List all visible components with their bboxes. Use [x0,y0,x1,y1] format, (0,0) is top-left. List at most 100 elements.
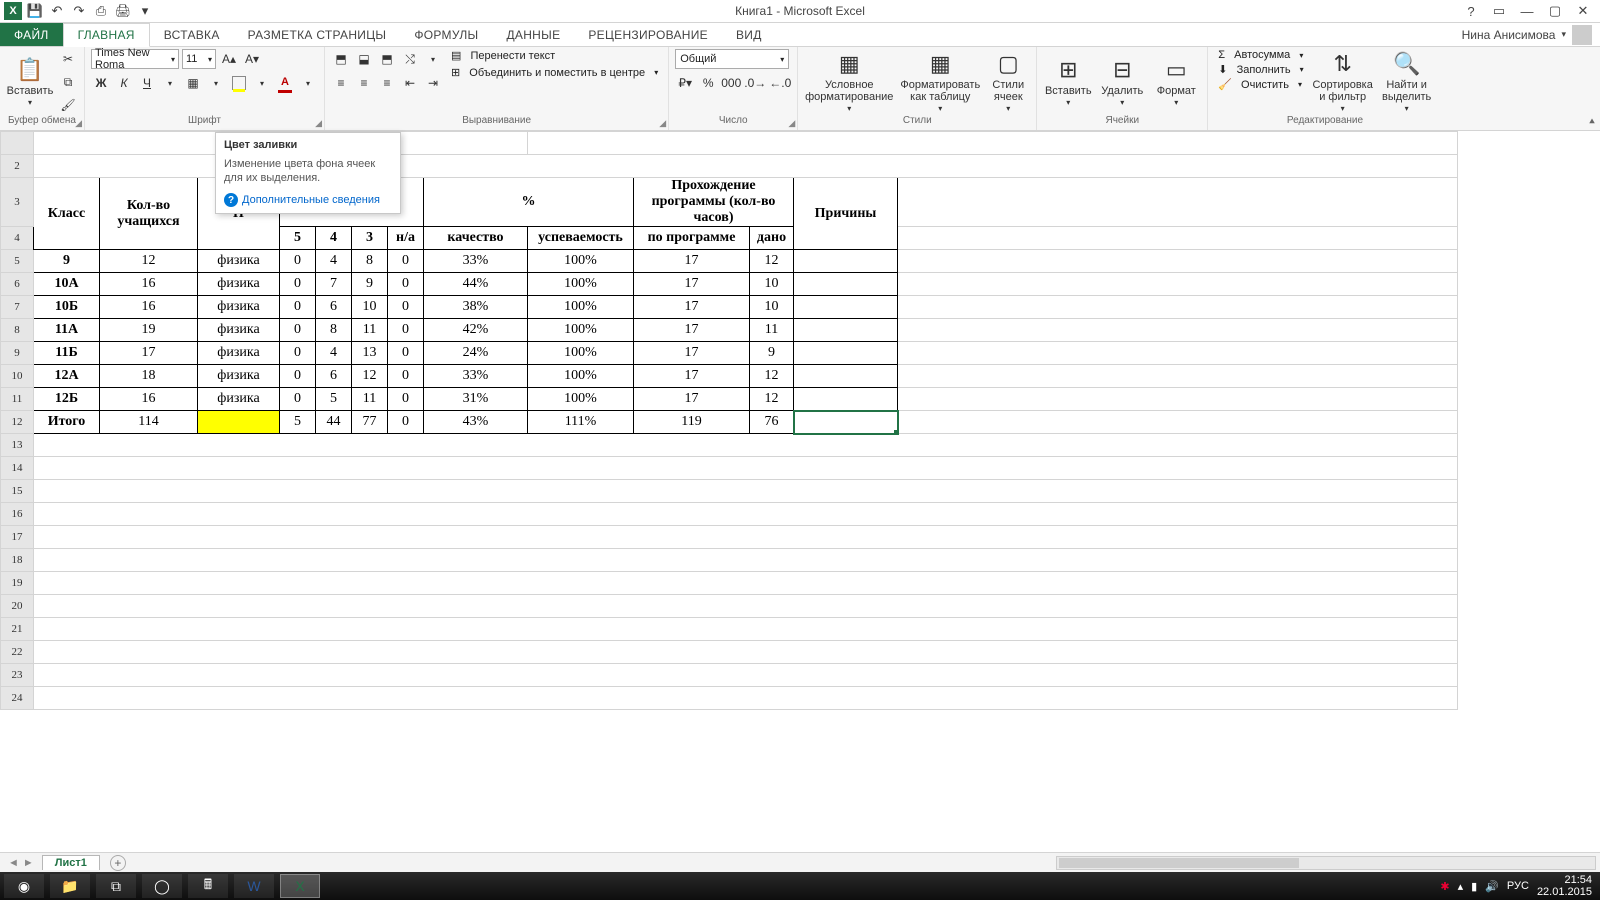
empty-cell[interactable] [34,503,1458,526]
cell-given[interactable]: 10 [750,273,794,296]
increase-decimal-icon[interactable]: .0→ [744,73,766,93]
cell-program[interactable]: 17 [634,319,750,342]
cell-reasons[interactable] [794,342,898,365]
fill-button[interactable]: ⬇ Заполнить ▾ [1214,63,1307,76]
empty-cell[interactable] [34,618,1458,641]
percent-format-icon[interactable]: % [698,73,718,93]
cell-subject[interactable]: физика [198,365,280,388]
empty-cell[interactable] [34,457,1458,480]
qat-customize-icon[interactable]: ▾ [136,2,154,20]
tab-formulas[interactable]: ФОРМУЛЫ [400,23,492,46]
row-header[interactable]: 24 [1,687,34,710]
row-header[interactable]: 4 [1,227,34,250]
cell-na[interactable]: 0 [388,250,424,273]
cell-program[interactable]: 17 [634,296,750,319]
cell-quality[interactable]: 44% [424,273,528,296]
cell-class[interactable]: 10Б [34,296,100,319]
cell-students[interactable]: 16 [100,388,198,411]
empty-cell[interactable] [34,687,1458,710]
tray-volume-icon[interactable]: 🔊 [1485,880,1499,893]
accounting-format-icon[interactable]: ₽▾ [675,73,695,93]
scrollbar-thumb[interactable] [1059,858,1299,868]
cell-quality[interactable]: 31% [424,388,528,411]
cell-success[interactable]: 100% [528,296,634,319]
fill-color-button[interactable] [229,73,249,93]
taskbar-explorer-icon[interactable]: 📁 [50,874,90,898]
row-header[interactable]: 11 [1,388,34,411]
empty-cell[interactable] [34,595,1458,618]
spreadsheet-grid[interactable]: тчет по предмету 2 3 Класс Кол-во учащих… [0,131,1458,710]
cell-na[interactable]: 0 [388,273,424,296]
row-header[interactable]: 8 [1,319,34,342]
borders-icon[interactable]: ▦ [183,73,203,93]
undo-icon[interactable]: ↶ [48,2,66,20]
horizontal-scrollbar[interactable] [1056,856,1596,870]
empty-cell[interactable] [34,641,1458,664]
row-header[interactable]: 15 [1,480,34,503]
cut-icon[interactable]: ✂ [58,49,78,69]
cell-students[interactable]: 12 [100,250,198,273]
cell-subject[interactable]: физика [198,273,280,296]
cell-g4[interactable]: 4 [316,342,352,365]
cell-quality[interactable]: 33% [424,250,528,273]
worksheet-area[interactable]: тчет по предмету 2 3 Класс Кол-во учащих… [0,131,1600,852]
dialog-launcher-icon[interactable]: ◢ [788,118,795,129]
fill-color-more-icon[interactable]: ▾ [252,73,272,93]
cell-program[interactable]: 17 [634,273,750,296]
row-header[interactable]: 22 [1,641,34,664]
row-header[interactable]: 14 [1,457,34,480]
cell-g5[interactable]: 0 [280,273,316,296]
row-header[interactable]: 17 [1,526,34,549]
merge-center-button[interactable]: ⊞ Объединить и поместить в центре ▾ [447,66,662,79]
help-icon[interactable]: ? [1458,1,1484,21]
minimize-icon[interactable]: — [1514,1,1540,21]
cell-reasons[interactable] [794,250,898,273]
cell-success[interactable]: 100% [528,342,634,365]
cell-g5[interactable]: 0 [280,342,316,365]
number-format-combo[interactable]: Общий▾ [675,49,789,69]
cell-g4[interactable]: 4 [316,250,352,273]
row-header[interactable]: 9 [1,342,34,365]
italic-button[interactable]: К [114,73,134,93]
cell-success[interactable]: 100% [528,388,634,411]
cell-g3[interactable]: 11 [352,388,388,411]
align-right-icon[interactable]: ≡ [377,73,397,93]
align-middle-icon[interactable]: ⬓ [354,49,374,69]
tray-language[interactable]: РУС [1507,880,1529,892]
redo-icon[interactable]: ↷ [70,2,88,20]
collapse-ribbon-icon[interactable]: ⯅ [1588,117,1596,128]
user-name[interactable]: Нина Анисимова [1462,28,1556,42]
copy-icon[interactable]: ⧉ [58,72,78,92]
row-header[interactable]: 16 [1,503,34,526]
tab-home[interactable]: ГЛАВНАЯ [63,23,150,47]
increase-font-icon[interactable]: A▴ [219,49,239,69]
cell-g3[interactable]: 10 [352,296,388,319]
empty-cell[interactable] [34,480,1458,503]
cell-g3[interactable]: 11 [352,319,388,342]
cell-class[interactable]: 11А [34,319,100,342]
row-header[interactable]: 13 [1,434,34,457]
cell-given[interactable]: 12 [750,388,794,411]
cell-quality[interactable]: 38% [424,296,528,319]
close-icon[interactable]: ✕ [1570,1,1596,21]
font-color-more-icon[interactable]: ▾ [298,73,318,93]
font-size-combo[interactable]: 11▾ [182,49,216,69]
cell-reasons[interactable] [794,365,898,388]
row-header[interactable]: 2 [1,155,34,178]
row-header[interactable]: 12 [1,411,34,434]
wrap-text-button[interactable]: ▤ Перенести текст [447,49,662,62]
cell-g3[interactable]: 13 [352,342,388,365]
cell-program[interactable]: 17 [634,365,750,388]
taskbar-calc-icon[interactable]: 🖩 [188,874,228,898]
new-sheet-button[interactable]: + [110,855,126,871]
save-icon[interactable]: 💾 [26,2,44,20]
print-preview-icon[interactable]: 🖨 [114,2,132,20]
cell-g5[interactable]: 0 [280,296,316,319]
sheet-nav-prev-icon[interactable]: ◄ [8,857,19,869]
cell-students[interactable]: 19 [100,319,198,342]
dialog-launcher-icon[interactable]: ◢ [659,118,666,129]
empty-cell[interactable] [34,664,1458,687]
sheet-nav-next-icon[interactable]: ► [23,857,34,869]
borders-more-icon[interactable]: ▾ [206,73,226,93]
quick-print-icon[interactable]: ⎙ [92,2,110,20]
